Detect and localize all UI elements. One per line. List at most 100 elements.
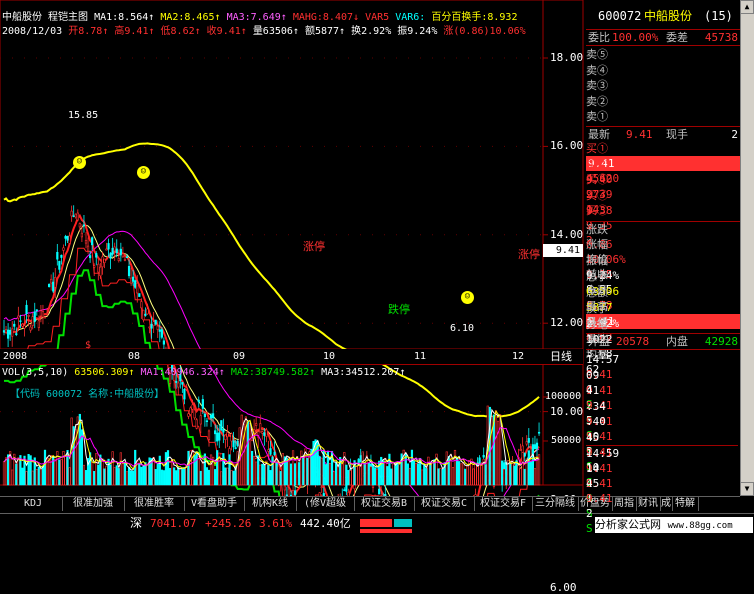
price-axis-label: 16.00 [550, 139, 584, 153]
vol-axis-label: 100000 [545, 391, 582, 402]
tick-row[interactable]: 14:57 9.41 6 S [586, 352, 738, 411]
bar-volume: 量63506↑ [252, 26, 299, 37]
var5-label: VAR5 [365, 12, 390, 23]
tick-price: 9.41 [586, 492, 613, 505]
bar-turnover: 换2.92% [351, 26, 392, 37]
weibi-row: 委比 100.00% 委差 45738 [586, 29, 740, 46]
indicator-header: 中船股份 程铠主图 MA1:8.564↑ MA2:8.465↑ MA3:7.64… [2, 11, 517, 24]
tick-time: 14:57 [586, 353, 620, 366]
high-price-label: 15.85 [68, 110, 99, 121]
tab-2[interactable]: 很准胜率 [124, 497, 185, 511]
latest-value: 9.41 [626, 128, 653, 141]
updown-bar-cyan [394, 519, 412, 527]
sell-row: 卖② [586, 94, 740, 109]
stat-label: 涨幅 [586, 238, 608, 251]
sell-label: 卖② [586, 94, 608, 108]
neipan-value: 42928 [704, 335, 738, 348]
tick-row[interactable]: 14:59 9.41 2 S [586, 445, 738, 505]
scroll-up-button[interactable]: ▲ [740, 0, 754, 14]
updown-bar-strip [360, 529, 412, 533]
xianshou-value: 2 [731, 128, 738, 141]
tab-1[interactable]: 很准加强 [62, 497, 125, 511]
time-label: 11 [414, 351, 427, 362]
tick-row[interactable]: 14 9.41 1 S [586, 461, 738, 520]
tab-6[interactable]: 权证交易B [354, 497, 415, 511]
indicator-name[interactable]: 程铠主图 [48, 12, 88, 23]
var6-label: VAR6: [395, 12, 426, 23]
tab-7[interactable]: 权证交易C [414, 497, 475, 511]
pan-row: 外盘 20578 内盘 42928 [586, 333, 740, 350]
sell-row: 卖③ [586, 78, 740, 93]
tab-9[interactable]: 三分隔线 [532, 497, 579, 511]
updown-bar-red [360, 519, 392, 527]
weicha-value: 45738 [704, 31, 738, 44]
panel-code: 600072 [598, 9, 642, 23]
volume-header: VOL(3,5,10) 63506.309↑ MA1:40946.324↑ MA… [2, 366, 405, 379]
tick-time: 45 [586, 477, 600, 490]
price-axis-label: 6.00 [550, 581, 577, 594]
tick-time: 41 [586, 384, 600, 397]
bar-amplitude: 振9.24% [397, 26, 438, 37]
sell-label: 卖③ [586, 79, 608, 92]
tick-row[interactable]: 41 9.41 5 S [586, 383, 738, 442]
tick-row[interactable]: 09 9.41 2 S [586, 368, 738, 427]
tick-row[interactable]: 45 9.41 2 S [586, 476, 738, 535]
sell-row: 卖① [586, 109, 740, 124]
panel-scrollbar[interactable] [740, 0, 754, 496]
time-label: 09 [233, 351, 246, 362]
bar-low: 低8.62↑ [160, 26, 201, 37]
price-axis-label: 12.00 [550, 316, 584, 330]
market-label: 深 [130, 516, 143, 530]
time-label: 12 [512, 351, 525, 362]
bar-high: 高9.41↑ [114, 26, 155, 37]
tab-3[interactable]: V看盘助手 [184, 497, 245, 511]
mahg-value: MAHG:8.407↓ [292, 12, 360, 23]
ma3-value: MA3:7.649↑ [226, 12, 287, 23]
tab-0[interactable]: KDJ [4, 497, 63, 511]
sell-row: 卖④ [586, 63, 740, 78]
vol-value: 63506.309↑ [74, 367, 135, 378]
stat-label: 换手 [586, 302, 608, 315]
tick-time: :40 [586, 415, 606, 428]
tick-row[interactable]: :34 9.41 10 S [586, 399, 738, 458]
period-label[interactable]: 日线 [550, 350, 572, 363]
tick-time: 45 [586, 430, 600, 444]
vol-ma3: MA3:34512.207↑ [321, 367, 406, 378]
panel-name: 中船股份 [644, 9, 693, 23]
buy-label: 买② [586, 157, 608, 171]
bar-info-line: 2008/12/03 开8.78↑ 高9.41↑ 低8.62↑ 收9.41↑ 量… [2, 25, 526, 38]
buy-label: 买① [586, 142, 608, 155]
tab-8[interactable]: 权证交易F [474, 497, 533, 511]
sell-label: 卖⑤ [586, 48, 608, 61]
stat-label: 分笔 [586, 318, 608, 331]
tab-5[interactable]: (修V超级MACD [296, 497, 355, 523]
buy-row: 买① 9.41 45620 [586, 141, 740, 185]
sell-label: 卖① [586, 110, 608, 123]
vol-ma2: MA2:38749.582↑ [230, 367, 316, 378]
ma1-value: MA1:8.564↑ [94, 12, 155, 23]
bar-date: 2008/12/03 [2, 26, 63, 37]
scroll-down-button[interactable]: ▼ [740, 482, 754, 496]
sell-label: 卖④ [586, 63, 608, 77]
time-label: 2008 [3, 351, 28, 362]
stat-row: 总额 5877 最低 8.62 [586, 285, 740, 344]
stat-row: 总手 63506 最高 9.41 [586, 269, 740, 329]
tick-row[interactable]: 45 9.41 10 S [586, 430, 738, 489]
buy-row: 买③ 9.39 14 [586, 172, 740, 216]
bar-amount: 额5877↑ [304, 26, 346, 37]
bar-close: 收9.41↑ [206, 26, 247, 37]
smiley-icon: ☺ [137, 166, 150, 179]
buy-label: 买③ [586, 173, 608, 187]
price-axis-label: 14.00 [550, 227, 584, 241]
neipan-label: 内盘 [666, 335, 688, 348]
weibi-label: 委比 [588, 31, 610, 44]
panel-count: (15) [704, 9, 733, 23]
main-chart-border [0, 0, 584, 350]
bar-rise: 涨(0.86)10.06% [443, 26, 526, 37]
tick-row[interactable]: :40 9.41 2 S [586, 414, 738, 473]
tab-4[interactable]: 机构K线 [244, 497, 297, 511]
stat-row: 振幅 9.24% 今开 8.78 [586, 253, 740, 312]
price-axis-label: 18.00 [550, 51, 584, 64]
limit-down-label: 跌停 [388, 303, 410, 316]
stat-row: 换手 2.92% 量比 3.68 [586, 301, 740, 360]
